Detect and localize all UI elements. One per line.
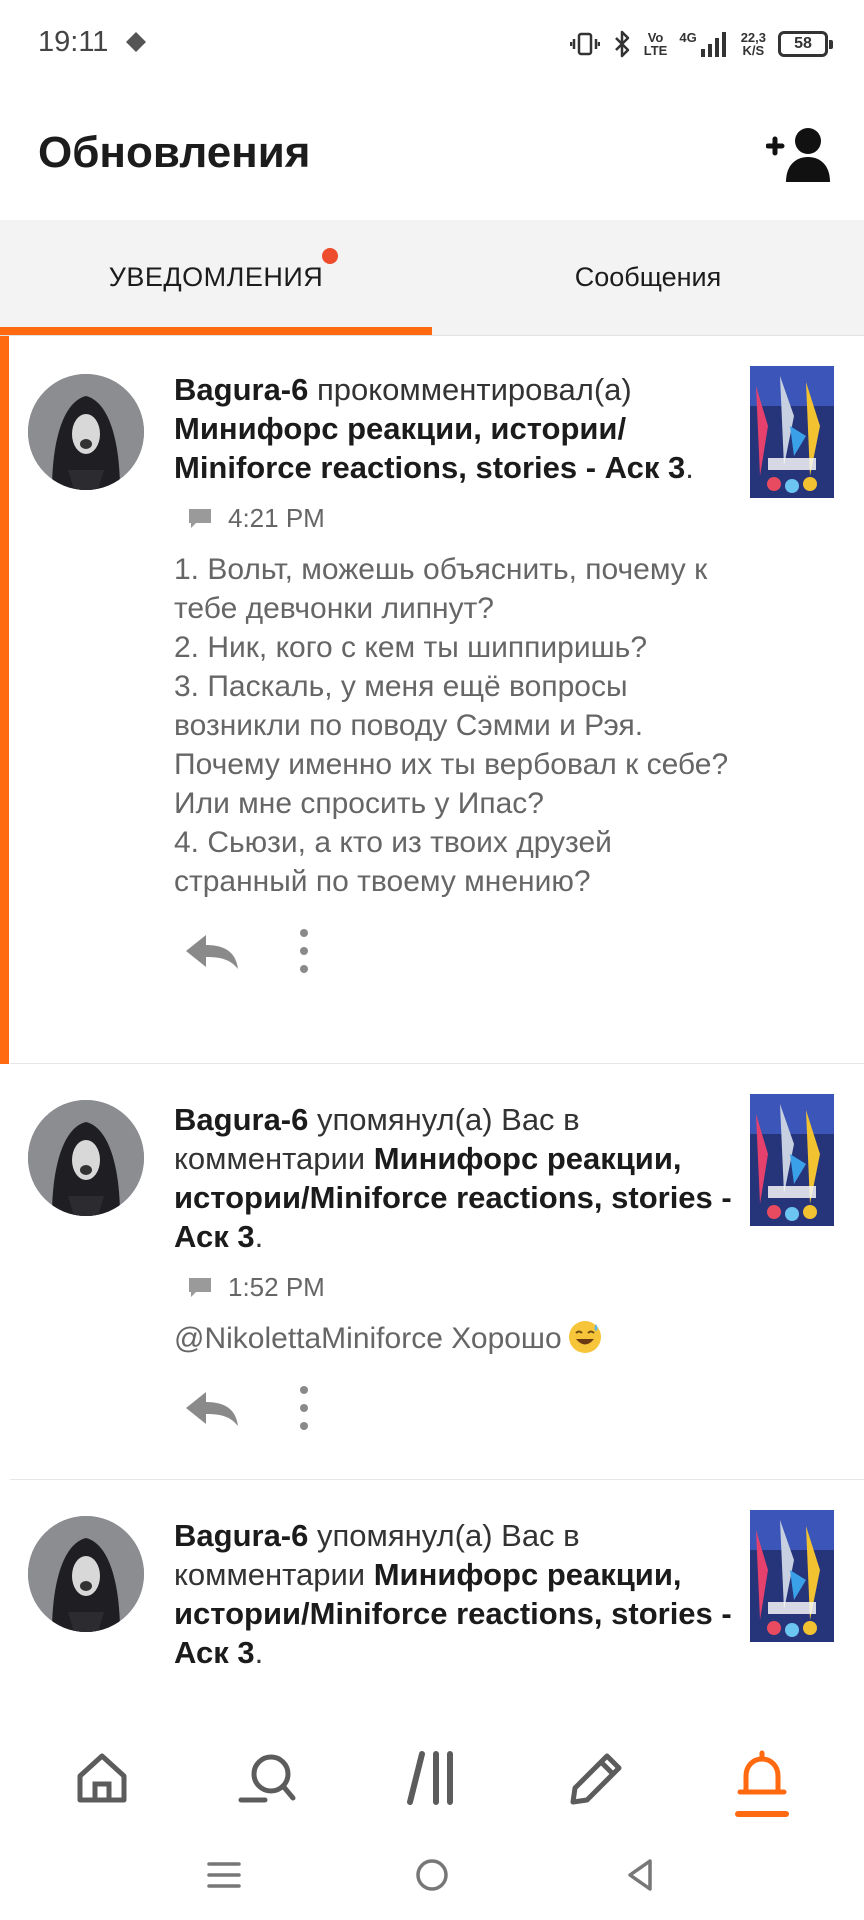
- nav-home[interactable]: [59, 1735, 145, 1821]
- menu-icon: [207, 1862, 241, 1888]
- bottom-navigation: [0, 1730, 864, 1826]
- vibrate-icon: [569, 32, 600, 56]
- network-type: 4G: [679, 30, 697, 45]
- active-nav-indicator: [734, 1811, 789, 1817]
- active-tab-indicator: [0, 327, 432, 335]
- more-options-icon[interactable]: [294, 1386, 314, 1430]
- notification-item[interactable]: Bagura-6 упомянул(а) Вас в комментарии М…: [0, 1480, 864, 1692]
- signal-icon: [700, 32, 726, 57]
- notification-item[interactable]: Bagura-6 прокомментировал(а) Минифорс ре…: [0, 336, 864, 1064]
- sentence-end: .: [254, 1219, 264, 1254]
- tab-messages-label: Сообщения: [574, 262, 722, 292]
- notification-meta: 4:21 PM: [188, 503, 744, 534]
- username[interactable]: Bagura-6: [174, 1518, 308, 1553]
- avatar-image: [28, 1100, 144, 1216]
- story-cover-thumbnail[interactable]: [750, 1510, 834, 1642]
- sentence-end: .: [685, 450, 694, 485]
- network-speed: 22,3 K/S: [741, 31, 766, 57]
- status-bar: 19:11 Vo LTE 4G 22,3 K/S 58: [0, 0, 864, 88]
- status-icons: Vo LTE 4G 22,3 K/S 58: [569, 26, 833, 62]
- notification-meta: 1:52 PM: [188, 1272, 744, 1303]
- tab-messages[interactable]: Сообщения: [432, 220, 864, 335]
- comment-icon: [189, 1277, 211, 1297]
- avatar[interactable]: [28, 1516, 144, 1632]
- notification-time: 4:21 PM: [228, 503, 325, 533]
- battery-level: 58: [794, 35, 812, 52]
- comment-icon: [189, 508, 211, 528]
- action-text: прокомментировал(а): [308, 372, 632, 407]
- back-button[interactable]: [610, 1845, 670, 1905]
- avatar-image: [28, 1516, 144, 1632]
- home-button[interactable]: [402, 1845, 462, 1905]
- add-person-icon[interactable]: [766, 124, 836, 184]
- notification-diamond-icon: [126, 32, 146, 52]
- story-cover-image: [750, 1094, 834, 1226]
- sentence-end: .: [254, 1635, 264, 1670]
- system-navigation: [0, 1830, 864, 1920]
- nav-library[interactable]: [389, 1735, 475, 1821]
- status-time: 19:11: [38, 26, 109, 58]
- nav-write[interactable]: [554, 1735, 640, 1821]
- search-icon: [238, 1754, 296, 1803]
- nav-notifications[interactable]: [719, 1735, 805, 1821]
- home-icon: [77, 1753, 127, 1803]
- speed-unit: K/S: [742, 43, 765, 58]
- back-triangle-icon: [628, 1859, 652, 1891]
- library-icon: [406, 1751, 453, 1805]
- comment-text: @NikolettaMiniforce Хорошо: [174, 1322, 562, 1355]
- unread-badge: [322, 248, 338, 264]
- write-icon: [570, 1753, 622, 1805]
- tab-notifications[interactable]: УВЕДОМЛЕНИЯ: [0, 220, 432, 335]
- signal-indicator: 4G: [679, 31, 728, 57]
- notification-text: Bagura-6 прокомментировал(а) Минифорс ре…: [174, 370, 744, 487]
- notification-text: Bagura-6 упомянул(а) Вас в комментарии М…: [174, 1100, 744, 1256]
- bell-icon: [737, 1750, 787, 1795]
- story-cover-thumbnail[interactable]: [750, 1094, 834, 1226]
- volte-indicator: Vo LTE: [644, 31, 668, 57]
- comment-body: @NikolettaMiniforce Хорошо: [174, 1319, 744, 1358]
- sweat-smile-emoji-icon: [568, 1321, 601, 1353]
- avatar-image: [28, 374, 144, 490]
- bluetooth-icon: [614, 30, 629, 58]
- menu-button[interactable]: [194, 1845, 254, 1905]
- notifications-feed[interactable]: Bagura-6 прокомментировал(а) Минифорс ре…: [0, 336, 864, 1692]
- username[interactable]: Bagura-6: [174, 1102, 308, 1137]
- more-options-icon[interactable]: [294, 929, 314, 973]
- notification-actions: [174, 1382, 744, 1434]
- battery-icon: 58: [778, 31, 833, 57]
- notification-item[interactable]: Bagura-6 упомянул(а) Вас в комментарии М…: [0, 1064, 864, 1480]
- circle-home-icon: [416, 1859, 448, 1891]
- notification-text: Bagura-6 упомянул(а) Вас в комментарии М…: [174, 1516, 744, 1672]
- story-cover-thumbnail[interactable]: [750, 366, 834, 498]
- notification-time: 1:52 PM: [228, 1272, 325, 1302]
- reply-icon[interactable]: [182, 1388, 240, 1428]
- story-title[interactable]: Минифорс реакции, истории/ Miniforce rea…: [174, 411, 685, 485]
- notification-actions: [174, 925, 744, 977]
- tab-bar: УВЕДОМЛЕНИЯ Сообщения: [0, 220, 864, 336]
- volte-bottom: LTE: [643, 43, 668, 58]
- username[interactable]: Bagura-6: [174, 372, 308, 407]
- comment-body: 1. Вольт, можешь объяснить, почему к теб…: [174, 553, 729, 898]
- reply-icon[interactable]: [182, 931, 240, 971]
- nav-search[interactable]: [224, 1735, 310, 1821]
- avatar[interactable]: [28, 1100, 144, 1216]
- story-cover-image: [750, 1510, 834, 1642]
- header: Обновления: [0, 88, 864, 220]
- page-title: Обновления: [38, 128, 311, 177]
- tab-notifications-label: УВЕДОМЛЕНИЯ: [108, 262, 324, 292]
- avatar[interactable]: [28, 374, 144, 490]
- story-cover-image: [750, 366, 834, 498]
